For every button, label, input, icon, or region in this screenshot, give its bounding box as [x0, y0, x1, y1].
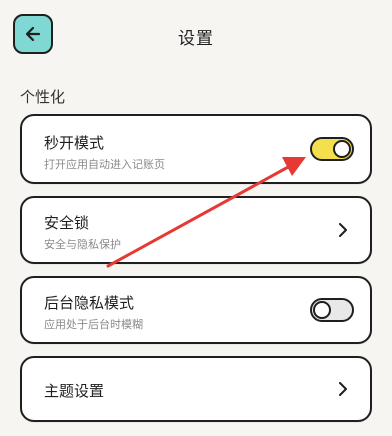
setting-item-title: 主题设置 [44, 382, 105, 400]
setting-item-title: 安全锁 [44, 214, 90, 232]
chevron-right-icon [339, 223, 347, 237]
setting-item-background-privacy[interactable]: 后台隐私模式 应用处于后台时模糊 [20, 276, 372, 344]
chevron-right-icon [339, 382, 347, 396]
setting-item-instant-open[interactable]: 秒开模式 打开应用自动进入记账页 [20, 114, 372, 184]
toggle-knob [333, 140, 351, 158]
setting-item-subtitle: 安全与隐私保护 [44, 238, 121, 251]
page-title: 设置 [178, 29, 214, 49]
background-privacy-toggle[interactable] [310, 298, 354, 322]
setting-item-subtitle: 应用处于后台时模糊 [44, 318, 143, 331]
setting-item-security-lock[interactable]: 安全锁 安全与隐私保护 [20, 196, 372, 264]
setting-item-theme[interactable]: 主题设置 [20, 356, 372, 422]
instant-open-toggle[interactable] [310, 137, 354, 161]
setting-item-subtitle: 打开应用自动进入记账页 [44, 158, 165, 171]
setting-item-title: 后台隐私模式 [44, 294, 135, 312]
setting-item-title: 秒开模式 [44, 134, 105, 152]
top-bar: 设置 [0, 0, 392, 72]
section-title: 个性化 [20, 88, 66, 106]
toggle-knob [313, 301, 331, 319]
